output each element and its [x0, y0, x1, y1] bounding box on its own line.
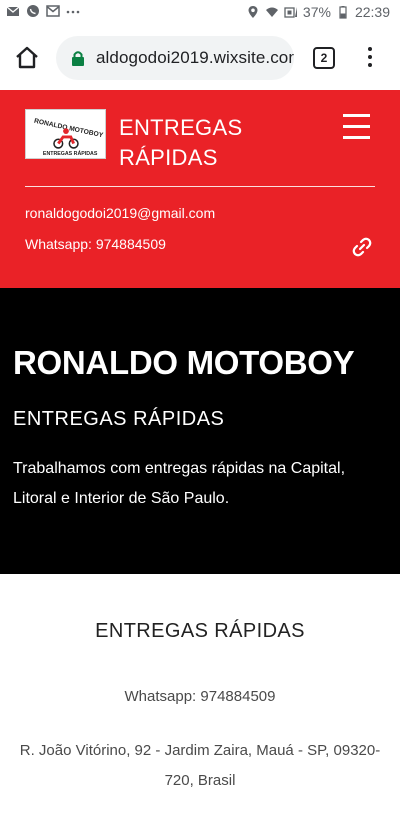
brand-title-line2: RÁPIDAS — [119, 145, 218, 170]
lock-icon — [72, 51, 84, 66]
header-divider — [25, 186, 375, 187]
hamburger-menu-icon[interactable] — [343, 114, 370, 140]
signal-icon — [284, 7, 297, 18]
brand-title-line1: ENTREGAS — [119, 115, 243, 140]
site-logo[interactable]: RONALDO MOTOBOY ENTREGAS RÁPIDAS — [25, 109, 106, 159]
hero-section: RONALDO MOTOBOY ENTREGAS RÁPIDAS Trabalh… — [0, 288, 400, 574]
svg-text:ENTREGAS RÁPIDAS: ENTREGAS RÁPIDAS — [43, 150, 98, 157]
footer-title: ENTREGAS RÁPIDAS — [95, 620, 305, 642]
status-left — [6, 4, 80, 18]
header-email[interactable]: ronaldogodoi2019@gmail.com — [25, 205, 215, 221]
link-icon[interactable] — [351, 236, 373, 258]
battery-icon — [339, 6, 347, 19]
footer-address: R. João Vitórino, 92 - Jardim Zaira, Mau… — [19, 742, 381, 789]
gmail-icon — [46, 5, 60, 17]
tabs-button[interactable]: 2 — [313, 47, 335, 69]
status-time: 22:39 — [354, 4, 390, 20]
browser-toolbar: aldogodoi2019.wixsite.com 2 — [0, 26, 400, 90]
hero-title: RONALDO MOTOBOY — [13, 344, 355, 381]
battery-percent: 37% — [302, 4, 331, 20]
more-notifications-icon — [66, 10, 80, 14]
mail-icon — [6, 6, 20, 16]
hero-description: Trabalhamos com entregas rápidas na Capi… — [13, 460, 346, 507]
footer-section: ENTREGAS RÁPIDAS Whatsapp: 974884509 R. … — [0, 574, 400, 823]
whatsapp-icon — [27, 5, 39, 17]
status-bar: 37% 22:39 — [0, 0, 400, 26]
hero-subtitle: ENTREGAS RÁPIDAS — [13, 408, 225, 430]
header-whatsapp: Whatsapp: 974884509 — [25, 236, 166, 252]
site-header: RONALDO MOTOBOY ENTREGAS RÁPIDAS ENTREGA… — [0, 90, 400, 288]
home-icon[interactable] — [14, 45, 40, 71]
brand-title: ENTREGAS RÁPIDAS — [119, 113, 299, 173]
url-text: aldogodoi2019.wixsite.com — [96, 48, 294, 67]
overflow-menu-icon[interactable] — [360, 44, 380, 72]
location-icon — [248, 6, 258, 18]
footer-whatsapp: Whatsapp: 974884509 — [124, 688, 276, 705]
wifi-icon — [265, 7, 278, 17]
status-right: 37% 22:39 — [246, 4, 390, 20]
address-bar[interactable]: aldogodoi2019.wixsite.com — [56, 36, 294, 80]
